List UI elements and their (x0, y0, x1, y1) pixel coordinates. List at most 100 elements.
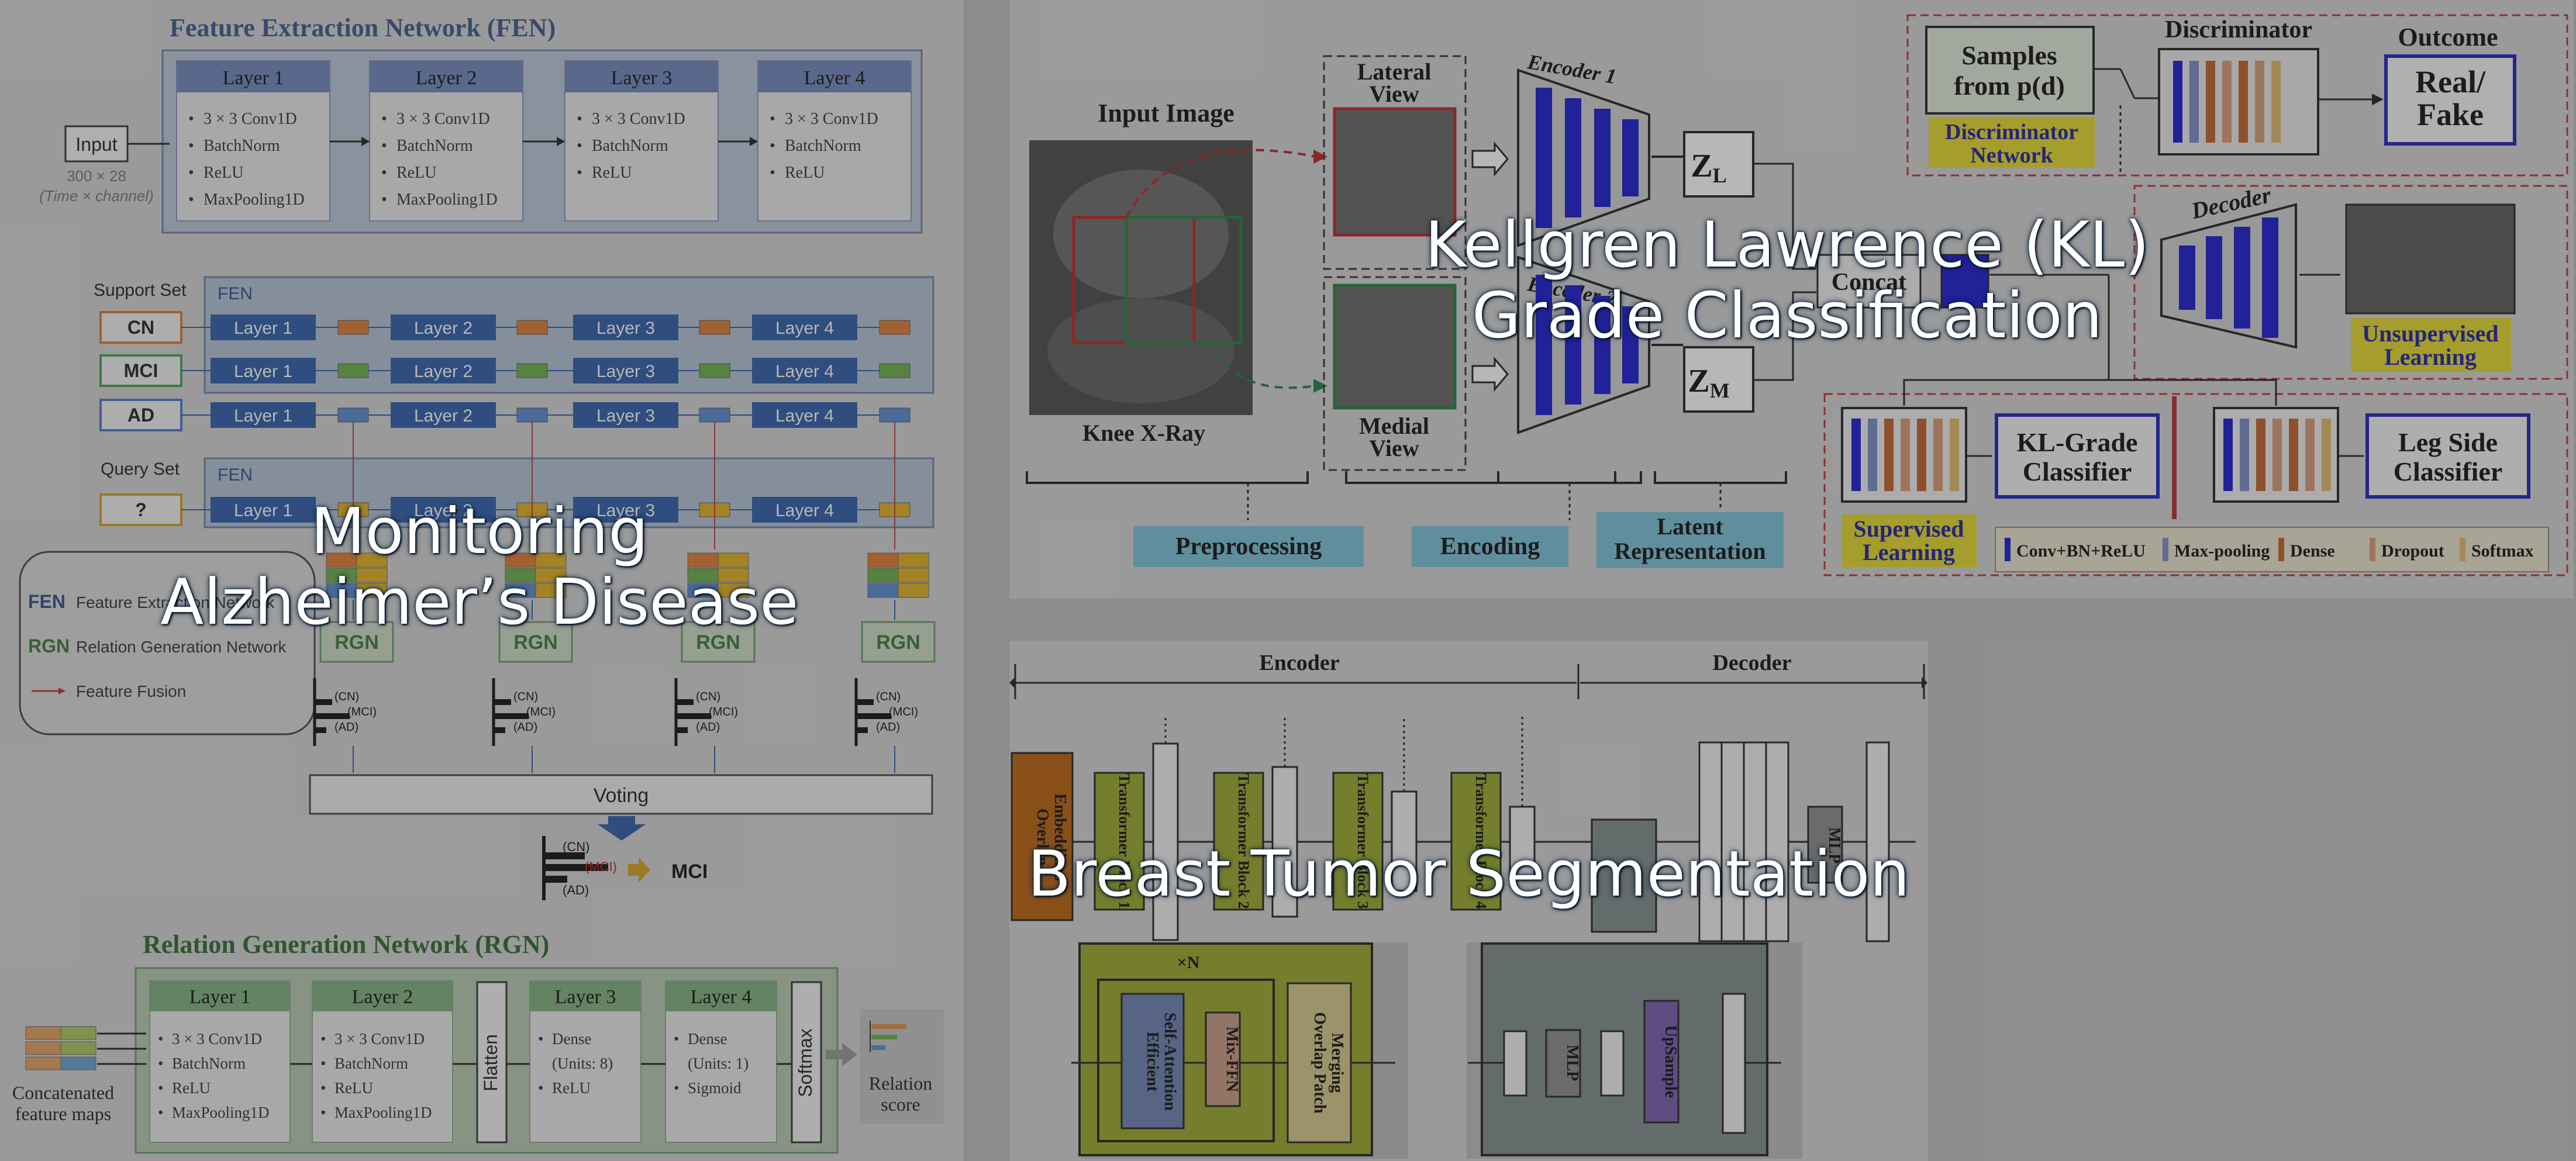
fused-map-query (898, 552, 929, 568)
bar-mci (494, 713, 529, 719)
rgn-layer-item: Dense (552, 1030, 591, 1048)
support-layer-label: Layer 3 (596, 319, 655, 338)
support-feature-map (337, 320, 369, 335)
bar-label: (AD) (334, 721, 358, 734)
kl-classifier-layer (1868, 419, 1877, 491)
fen-tag-query: FEN (218, 465, 253, 485)
empty-panel (1982, 641, 2574, 1161)
overlap-merge-label-2: Merging (1328, 1033, 1346, 1093)
decoder-conv-bar (2206, 236, 2222, 319)
kl-grade-label-2: Classifier (2023, 457, 2132, 486)
fen-layer-bullet: • (188, 137, 194, 155)
kl-legend-label: Softmax (2471, 541, 2534, 561)
discriminator-layer (2206, 61, 2215, 143)
rgn-layer-item: MaxPooling1D (334, 1104, 432, 1121)
class-label: AD (127, 405, 154, 426)
rgn-layer-bullet: • (320, 1055, 326, 1072)
discriminator-layer (2255, 61, 2264, 143)
kl-input-image-label: Input Image (1098, 99, 1234, 127)
mixffn-label: Mix-FFN (1223, 1027, 1241, 1092)
kl-legend-label: Max-pooling (2174, 541, 2270, 561)
voting-label: Voting (594, 785, 649, 807)
support-layer-label: Layer 1 (234, 319, 292, 338)
rgn-layer-item: 3 × 3 Conv1D (334, 1030, 425, 1048)
bar-label: (AD) (513, 721, 537, 734)
bar-ad (315, 727, 326, 733)
support-layer-label: Layer 1 (234, 406, 292, 426)
support-feature-map (337, 363, 369, 378)
overlap-merge-label-1: Overlap Patch (1311, 1012, 1329, 1114)
kl-classifier-layer (1933, 419, 1943, 491)
rgn-layer-item: MaxPooling1D (172, 1104, 270, 1121)
outcome-title: Outcome (2398, 23, 2498, 51)
support-feature-map (516, 407, 548, 423)
concat-caption-1: Concatenated (12, 1082, 114, 1103)
supervised-label-1: Supervised (1854, 516, 1964, 542)
legend-rgn-abbr: RGN (28, 635, 70, 656)
relation-score-1: Relation (869, 1073, 932, 1094)
bar-mci (676, 713, 711, 719)
support-feature-map (516, 363, 548, 378)
fen-title: Feature Extraction Network (FEN) (170, 13, 556, 42)
discriminator-layer (2222, 61, 2232, 143)
rgn-layer-item: (Units: 1) (688, 1055, 749, 1072)
discriminator-layer (2271, 61, 2281, 143)
fen-layer-item: MaxPooling1D (204, 191, 305, 209)
fen-layer-item: 3 × 3 Conv1D (592, 110, 685, 128)
encoding-label: Encoding (1440, 533, 1540, 560)
latent-label-1: Latent (1657, 513, 1723, 540)
final-bar-mci: (MCI) (585, 859, 617, 874)
leg-classifier-layer (2272, 419, 2282, 491)
rgn-layer-bullet: • (158, 1055, 163, 1072)
rgn-layer-title-4: Layer 4 (691, 986, 752, 1008)
bar-label: (AD) (876, 721, 900, 734)
support-feature-map (699, 407, 730, 423)
flatten-label: Flatten (480, 1034, 501, 1091)
overlay-title-breast: Breast Tumor Segmentation (1027, 838, 1910, 911)
samples-label-1: Samples (1961, 40, 2057, 70)
bar-label: (MCI) (526, 706, 556, 718)
bar-ad (494, 727, 505, 733)
bar-label: (MCI) (889, 706, 918, 718)
samples-label-2: from p(d) (1954, 71, 2065, 101)
rgn-box-label: RGN (876, 631, 920, 654)
fen-layer-item: BatchNorm (592, 137, 668, 155)
query-set-label: Query Set (101, 459, 180, 479)
kl-panel: Input Image Knee X-Ray Lateral View Medi… (1009, 0, 2574, 599)
discriminator-layer (2173, 61, 2182, 143)
fen-layer-bullet: • (188, 110, 194, 128)
support-feature-map (337, 407, 369, 423)
bar-label: (CN) (876, 690, 901, 703)
rgn-layer-bullet: • (320, 1030, 326, 1048)
fen-layer-bullet: • (770, 137, 775, 155)
fused-map-support (867, 552, 899, 568)
final-bar-cn: (CN) (563, 839, 589, 854)
decoder-conv-bar (2234, 227, 2250, 329)
input-caption: (Time × channel) (39, 187, 154, 205)
fen-layer-item: 3 × 3 Conv1D (785, 110, 878, 128)
leg-classifier-layer (2289, 419, 2298, 491)
kl-legend-swatch (2370, 538, 2375, 561)
kl-legend-swatch (2278, 538, 2284, 561)
seg-encoder-label: Encoder (1259, 651, 1339, 675)
bar-label: (MCI) (347, 706, 377, 718)
support-layer-label: Layer 4 (775, 362, 834, 381)
bar-label: (AD) (696, 721, 720, 734)
rgn-layer-item: 3 × 3 Conv1D (172, 1030, 262, 1048)
real-fake-label-2: Fake (2417, 97, 2484, 132)
legend-rgn-text: Relation Generation Network (76, 638, 287, 656)
fen-layer-bullet: • (770, 110, 775, 128)
discriminator-layer (2189, 61, 2199, 143)
input-label: Input (75, 134, 117, 155)
support-layer-label: Layer 4 (775, 406, 834, 426)
real-fake-label-1: Real/ (2415, 64, 2486, 99)
support-layer-label: Layer 3 (596, 362, 655, 381)
leg-classifier-layer (2305, 419, 2315, 491)
encoder-conv-bar (1565, 98, 1581, 217)
fen-layer-bullet: • (188, 191, 194, 209)
result-label: MCI (671, 861, 708, 883)
rgn-layer-item: (Units: 8) (552, 1055, 613, 1072)
kl-legend-swatch (2460, 538, 2465, 561)
fen-layer-item: ReLU (592, 164, 632, 182)
support-set-label: Support Set (94, 281, 187, 300)
